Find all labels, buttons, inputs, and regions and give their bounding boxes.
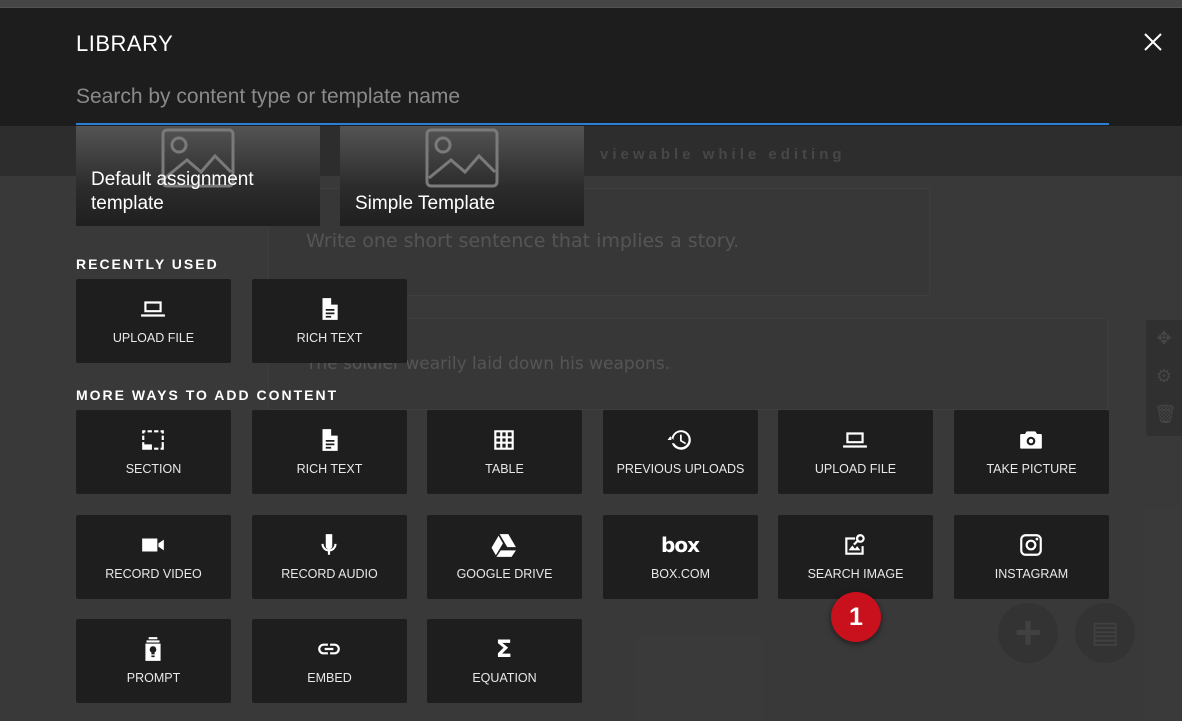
box-com-button[interactable]: box BOX.COM bbox=[603, 515, 758, 599]
more-ways-heading: MORE WAYS TO ADD CONTENT bbox=[76, 387, 339, 403]
tile-label: PROMPT bbox=[126, 671, 181, 685]
template-card-simple[interactable]: Simple Template bbox=[340, 126, 584, 226]
close-icon[interactable] bbox=[1141, 30, 1165, 54]
tile-label: TAKE PICTURE bbox=[986, 462, 1077, 476]
google-drive-button[interactable]: GOOGLE DRIVE bbox=[427, 515, 582, 599]
record-video-button[interactable]: RECORD VIDEO bbox=[76, 515, 231, 599]
link-icon bbox=[315, 635, 343, 663]
camera-icon bbox=[1017, 426, 1045, 454]
tile-label: EMBED bbox=[307, 671, 352, 685]
tile-label: BOX.COM bbox=[650, 567, 711, 581]
prompt-icon bbox=[139, 635, 167, 663]
upload-file-button[interactable]: UPLOAD FILE bbox=[778, 410, 933, 494]
recent-upload-file-button[interactable]: UPLOAD FILE bbox=[76, 279, 231, 363]
tile-label: INSTAGRAM bbox=[994, 567, 1069, 581]
instagram-icon bbox=[1017, 531, 1045, 559]
rich-text-button[interactable]: RICH TEXT bbox=[252, 410, 407, 494]
microphone-icon bbox=[315, 531, 343, 559]
library-title: LIBRARY bbox=[76, 31, 174, 56]
table-icon bbox=[490, 426, 518, 454]
tile-label: RICH TEXT bbox=[296, 331, 363, 345]
record-audio-button[interactable]: RECORD AUDIO bbox=[252, 515, 407, 599]
recently-used-heading: RECENTLY USED bbox=[76, 256, 219, 272]
tile-label: SECTION bbox=[125, 462, 182, 476]
library-search bbox=[76, 78, 1109, 125]
tile-label: UPLOAD FILE bbox=[112, 331, 195, 345]
section-button[interactable]: SECTION bbox=[76, 410, 231, 494]
equation-button[interactable]: Σ EQUATION bbox=[427, 619, 582, 703]
prompt-button[interactable]: PROMPT bbox=[76, 619, 231, 703]
image-search-icon bbox=[841, 531, 869, 559]
recent-rich-text-button[interactable]: RICH TEXT bbox=[252, 279, 407, 363]
template-label: Simple Template bbox=[355, 193, 496, 214]
previous-uploads-button[interactable]: PREVIOUS UPLOADS bbox=[603, 410, 758, 494]
sigma-icon: Σ bbox=[495, 635, 513, 663]
document-icon bbox=[315, 295, 343, 323]
image-placeholder-icon bbox=[425, 128, 499, 188]
history-icon bbox=[666, 426, 694, 454]
tile-label: UPLOAD FILE bbox=[814, 462, 897, 476]
tile-label: TABLE bbox=[485, 462, 524, 476]
template-label: Default assignment template bbox=[91, 169, 254, 214]
tile-label: GOOGLE DRIVE bbox=[456, 567, 553, 581]
step-badge: 1 bbox=[831, 592, 881, 642]
tile-label: RICH TEXT bbox=[296, 462, 363, 476]
tile-label: EQUATION bbox=[472, 671, 537, 685]
tile-label: SEARCH IMAGE bbox=[807, 567, 904, 581]
table-button[interactable]: TABLE bbox=[427, 410, 582, 494]
tile-label: RECORD AUDIO bbox=[281, 567, 378, 581]
google-drive-icon bbox=[490, 531, 518, 559]
section-icon bbox=[139, 426, 167, 454]
embed-button[interactable]: EMBED bbox=[252, 619, 407, 703]
tile-label: RECORD VIDEO bbox=[105, 567, 202, 581]
laptop-icon bbox=[139, 295, 167, 323]
document-icon bbox=[315, 426, 343, 454]
instagram-button[interactable]: INSTAGRAM bbox=[954, 515, 1109, 599]
video-camera-icon bbox=[139, 531, 167, 559]
search-input[interactable] bbox=[76, 78, 1109, 116]
search-image-button[interactable]: SEARCH IMAGE bbox=[778, 515, 933, 599]
take-picture-button[interactable]: TAKE PICTURE bbox=[954, 410, 1109, 494]
tile-label: PREVIOUS UPLOADS bbox=[616, 462, 745, 476]
laptop-icon bbox=[841, 426, 869, 454]
template-card-default-assignment[interactable]: Default assignment template bbox=[76, 126, 320, 226]
box-logo-icon: box bbox=[661, 533, 700, 557]
